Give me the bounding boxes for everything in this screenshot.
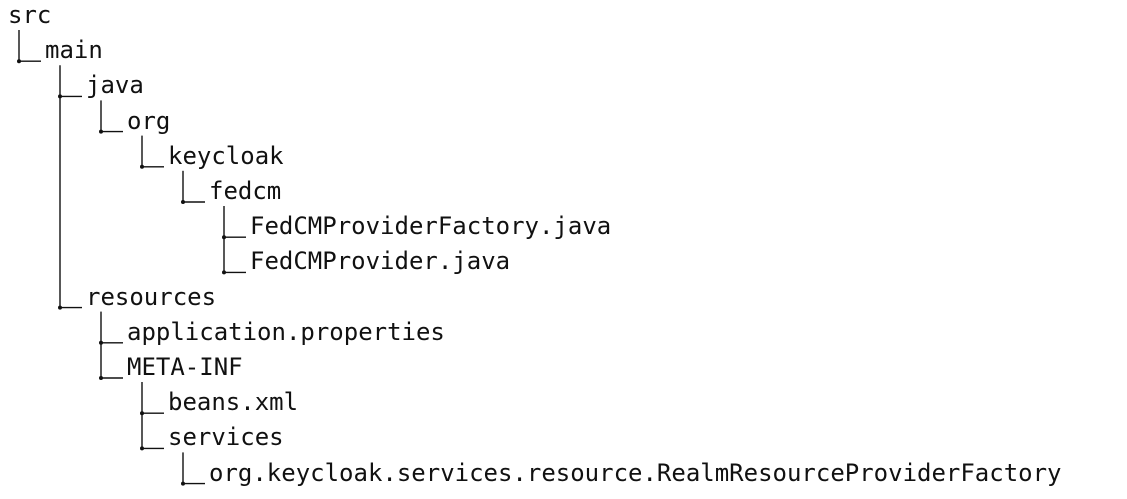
tree-node-resources: resources [86, 282, 217, 311]
tree-node-services: services [168, 423, 284, 452]
tree-joint-beans-xml [140, 411, 144, 416]
tree-node-keycloak: keycloak [168, 141, 284, 170]
tree-joint-meta-inf [99, 376, 103, 380]
tree-joint-fedcm [181, 200, 185, 204]
tree-node-beans-xml: beans.xml [168, 388, 299, 417]
tree-node-src: src [8, 1, 52, 29]
file-tree: src main java org keycloak fedcm FedCMProvider… [0, 0, 1127, 499]
tree-joint-fedcm-provider [222, 270, 226, 275]
tree-node-application-properties: application.properties [127, 317, 445, 346]
tree-node-java: java [86, 71, 144, 100]
tree-joint-keycloak [140, 164, 144, 169]
tree-joint-application-properties [99, 340, 103, 345]
tree-node-fedcm: fedcm [209, 177, 282, 205]
tree-joint-org [99, 129, 103, 134]
tree-node-fedcm-provider: FedCMProvider.java [250, 247, 511, 276]
tree-joint-main [17, 59, 21, 64]
tree-joint-fedcm-provider-factory [222, 235, 226, 240]
tree-joint-java [58, 94, 62, 99]
tree-node-meta-inf: META-INF [127, 353, 243, 381]
tree-joint-resources [58, 305, 62, 310]
tree-joint-realm-resource-provider-factory [181, 481, 185, 486]
tree-node-fedcm-provider-factory: FedCMProviderFactory.java [250, 212, 612, 241]
tree-joint-services [140, 446, 144, 451]
tree-node-realm-resource-provider-factory: org.keycloak.services.resource.RealmReso… [209, 458, 1062, 487]
tree-node-main: main [45, 36, 103, 65]
tree-node-org: org [127, 106, 171, 135]
